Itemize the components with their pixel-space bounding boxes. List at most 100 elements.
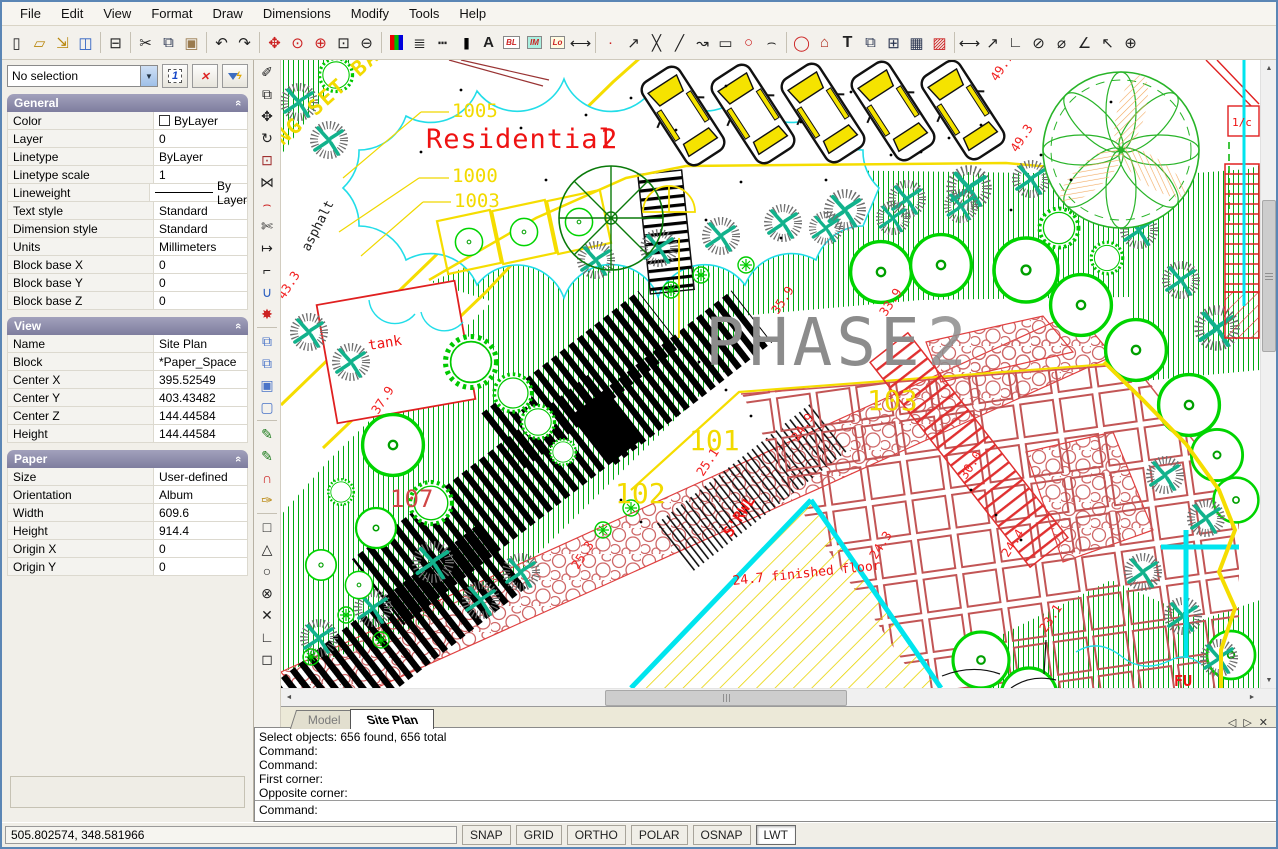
filter-button[interactable]: ϟ <box>222 64 248 88</box>
move-icon[interactable]: ✥ <box>255 105 279 127</box>
layout-manager-icon[interactable]: Lo <box>546 31 569 54</box>
draw-ellipse-icon[interactable]: ◯ <box>790 31 813 54</box>
copy-entity-icon[interactable]: ⧉ <box>859 31 882 54</box>
trim-icon[interactable]: ✄ <box>255 215 279 237</box>
redo-icon[interactable]: ↷ <box>233 31 256 54</box>
shape-circle-icon[interactable]: ○ <box>255 560 279 582</box>
menu-file[interactable]: File <box>10 4 51 23</box>
dim-leader-icon[interactable]: ↖ <box>1096 31 1119 54</box>
draw-point-icon[interactable]: · <box>599 31 622 54</box>
menu-help[interactable]: Help <box>449 4 496 23</box>
prop-row-block-base-z[interactable]: Block base Z0 <box>7 292 248 310</box>
rotate-icon[interactable]: ↻ <box>255 127 279 149</box>
prop-row-block-base-x[interactable]: Block base X0 <box>7 256 248 274</box>
drawing-canvas[interactable]: NG SET BACK 1005 1000 1003 Residential 2… <box>281 60 1260 688</box>
dim-diameter-icon[interactable]: ⌀ <box>1050 31 1073 54</box>
prop-row-linetype[interactable]: LinetypeByLayer <box>7 148 248 166</box>
selection-dropdown[interactable]: No selection ▼ <box>7 65 158 87</box>
prop-row-paper-size[interactable]: SizeUser-defined <box>7 468 248 486</box>
layers-icon[interactable]: ≣ <box>408 31 431 54</box>
menu-modify[interactable]: Modify <box>341 4 399 23</box>
text-style-icon[interactable]: A <box>477 31 500 54</box>
paste-icon[interactable]: ▣ <box>180 31 203 54</box>
prop-row-paper-height[interactable]: Height914.4 <box>7 522 248 540</box>
collapse-icon[interactable]: « <box>232 456 244 462</box>
toggle-grid[interactable]: GRID <box>516 825 562 845</box>
scroll-left-icon[interactable]: ◄ <box>281 690 297 706</box>
prop-row-block-base-y[interactable]: Block base Y0 <box>7 274 248 292</box>
menu-draw[interactable]: Draw <box>202 4 252 23</box>
collapse-icon[interactable]: « <box>232 323 244 329</box>
prop-row-lineweight[interactable]: LineweightBy Layer <box>7 184 248 202</box>
prop-row-orientation[interactable]: OrientationAlbum <box>7 486 248 504</box>
shape-triangle-icon[interactable]: △ <box>255 538 279 560</box>
shape-corner-icon[interactable]: ∟ <box>255 626 279 648</box>
prop-row-units[interactable]: UnitsMillimeters <box>7 238 248 256</box>
explode-icon[interactable]: ✸ <box>255 303 279 325</box>
command-window[interactable]: Select objects: 656 found, 656 total Com… <box>254 727 1276 822</box>
dim-center-mark-icon[interactable]: ⊕ <box>1119 31 1142 54</box>
dimension-style-icon[interactable]: ⟷ <box>569 31 592 54</box>
prop-row-origin-y[interactable]: Origin Y0 <box>7 558 248 576</box>
undo-icon[interactable]: ↶ <box>210 31 233 54</box>
pan-icon[interactable]: ✥ <box>263 31 286 54</box>
draw-text-icon[interactable]: T <box>836 31 859 54</box>
section-general-header[interactable]: General « <box>7 94 248 112</box>
horizontal-scroll-thumb[interactable] <box>605 690 847 706</box>
prop-row-view-name[interactable]: NameSite Plan <box>7 335 248 353</box>
dim-aligned-icon[interactable]: ↗ <box>981 31 1004 54</box>
draw-ray-icon[interactable]: ↗ <box>622 31 645 54</box>
prop-row-view-block[interactable]: Block*Paper_Space <box>7 353 248 371</box>
vertical-scroll-thumb[interactable] <box>1262 200 1276 352</box>
import-icon[interactable]: ⇲ <box>51 31 74 54</box>
collapse-icon[interactable]: « <box>232 100 244 106</box>
copy-tool-icon[interactable]: ⧉ <box>255 83 279 105</box>
scroll-right-icon[interactable]: ► <box>1244 690 1260 706</box>
dim-angular-icon[interactable]: ∠ <box>1073 31 1096 54</box>
menu-edit[interactable]: Edit <box>51 4 93 23</box>
dim-radius-icon[interactable]: ⊘ <box>1027 31 1050 54</box>
prop-row-center-y[interactable]: Center Y403.43482 <box>7 389 248 407</box>
shape-slot-icon[interactable]: ◻ <box>255 648 279 670</box>
draw-rectangle-icon[interactable]: ▭ <box>714 31 737 54</box>
toggle-osnap[interactable]: OSNAP <box>693 825 751 845</box>
region-icon[interactable]: ▦ <box>905 31 928 54</box>
vertical-scrollbar[interactable]: ▲ ▼ <box>1260 60 1277 688</box>
zoom-realtime-icon[interactable]: ⊙ <box>286 31 309 54</box>
send-backward-icon[interactable]: ⧉ <box>255 352 279 374</box>
match-properties-icon[interactable]: ✎ <box>255 423 279 445</box>
menu-format[interactable]: Format <box>141 4 202 23</box>
new-icon[interactable]: ▯ <box>5 31 28 54</box>
toggle-lwt[interactable]: LWT <box>756 825 796 845</box>
prop-row-text-style[interactable]: Text styleStandard <box>7 202 248 220</box>
select-objects-button[interactable]: ✕ <box>192 64 218 88</box>
block-manager-icon[interactable]: BL <box>500 31 523 54</box>
toggle-snap[interactable]: SNAP <box>462 825 511 845</box>
zoom-previous-icon[interactable]: ⊖ <box>355 31 378 54</box>
toggle-ortho[interactable]: ORTHO <box>567 825 626 845</box>
scroll-up-icon[interactable]: ▲ <box>1261 60 1277 76</box>
dim-ordinate-icon[interactable]: ∟ <box>1004 31 1027 54</box>
section-view-header[interactable]: View « <box>7 317 248 335</box>
prop-row-layer[interactable]: Layer0 <box>7 130 248 148</box>
prop-row-linetype-scale[interactable]: Linetype scale1 <box>7 166 248 184</box>
color-control-icon[interactable] <box>385 31 408 54</box>
match-text-properties-icon[interactable]: ✎ <box>255 445 279 467</box>
scroll-down-icon[interactable]: ▼ <box>1261 672 1277 688</box>
zoom-extents-icon[interactable]: ⊕ <box>309 31 332 54</box>
snap-magnet-icon[interactable]: ∩ <box>255 467 279 489</box>
erase-icon[interactable]: ✐ <box>255 61 279 83</box>
print-icon[interactable]: ⊟ <box>104 31 127 54</box>
construction-line-icon[interactable]: ╳ <box>645 31 668 54</box>
send-to-back-icon[interactable]: ▢ <box>255 396 279 418</box>
extend-icon[interactable]: ↦ <box>255 237 279 259</box>
image-manager-icon[interactable]: IM <box>523 31 546 54</box>
hatch-icon[interactable]: ▨ <box>928 31 951 54</box>
group-icon[interactable]: ⊞ <box>882 31 905 54</box>
save-icon[interactable]: ◫ <box>74 31 97 54</box>
fillet-icon[interactable]: ⌢ <box>255 193 279 215</box>
tab-model[interactable]: Model <box>290 710 359 729</box>
mirror-icon[interactable]: ⋈ <box>255 171 279 193</box>
dropdown-arrow-icon[interactable]: ▼ <box>140 66 157 86</box>
copy-icon[interactable]: ⧉ <box>157 31 180 54</box>
